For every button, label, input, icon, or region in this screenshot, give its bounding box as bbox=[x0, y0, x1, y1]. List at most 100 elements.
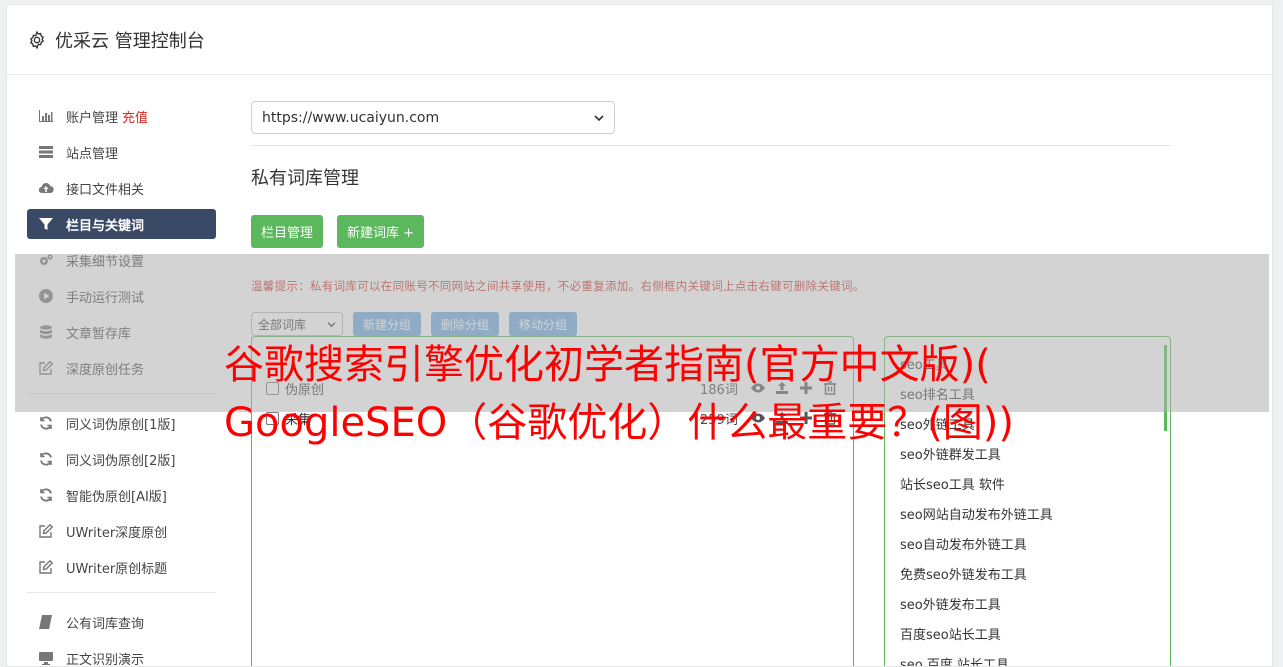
chevron-down-icon bbox=[327, 321, 336, 327]
lexicon-checkbox[interactable] bbox=[266, 411, 279, 425]
section-title: 私有词库管理 bbox=[251, 168, 359, 189]
refresh-icon bbox=[38, 415, 54, 431]
keyword-item[interactable]: seo自动发布外链工具 bbox=[900, 531, 1170, 561]
sidebar-item-label: 采集细节设置 bbox=[66, 254, 145, 270]
sidebar-item-text-recognition[interactable]: 正文识别演示 bbox=[27, 643, 216, 667]
filter-icon bbox=[38, 216, 54, 232]
column-manage-button[interactable]: 栏目管理 bbox=[251, 215, 324, 248]
keyword-list-panel: seo工具 seo排名工具 seo外链工具 seo外链群发工具 站长seo工具 … bbox=[884, 336, 1171, 666]
keyword-item[interactable]: seo工具 bbox=[900, 351, 1170, 381]
keyword-item[interactable]: seo外链发布工具 bbox=[900, 591, 1170, 621]
sidebar-divider bbox=[27, 393, 216, 394]
sidebar-item-label: 深度原创任务 bbox=[66, 362, 145, 378]
keyword-item[interactable]: 免费seo外链发布工具 bbox=[900, 561, 1170, 591]
app-window: 优采云 管理控制台 账户管理 充值 站点管理 接口文件相关 栏目与关键词 采集细… bbox=[6, 4, 1273, 667]
eye-icon[interactable] bbox=[750, 410, 766, 426]
site-select[interactable]: https://www.ucaiyun.com bbox=[251, 101, 615, 134]
lexicon-actions bbox=[750, 380, 838, 396]
sidebar-item-synonym-v1[interactable]: 同义词伪原创[1版] bbox=[27, 408, 216, 438]
new-group-button[interactable]: 新建分组 bbox=[353, 312, 422, 336]
lexicon-list-panel: 伪原创 186词 采集 259词 bbox=[251, 336, 854, 666]
sidebar-item-article-storage[interactable]: 文章暂存库 bbox=[27, 317, 216, 347]
sidebar-item-label: 栏目与关键词 bbox=[66, 218, 145, 234]
refresh-icon bbox=[38, 451, 54, 467]
sidebar-item-label: 文章暂存库 bbox=[66, 326, 132, 342]
lexicon-count: 186词 bbox=[700, 382, 738, 398]
tip-text: 温馨提示：私有词库可以在同账号不同网站之间共享使用，不必重复添加。右侧框内关键词… bbox=[251, 279, 865, 293]
sidebar-item-synonym-v2[interactable]: 同义词伪原创[2版] bbox=[27, 444, 216, 474]
cloud-upload-icon bbox=[38, 180, 54, 196]
site-select-value: https://www.ucaiyun.com bbox=[262, 109, 440, 126]
edit-icon bbox=[38, 559, 54, 575]
delete-group-button[interactable]: 删除分组 bbox=[431, 312, 500, 336]
sidebar-item-manual-run[interactable]: 手动运行测试 bbox=[27, 281, 216, 311]
trash-icon[interactable] bbox=[822, 380, 838, 396]
sidebar-item-label: 同义词伪原创[1版] bbox=[66, 417, 176, 433]
plus-icon[interactable] bbox=[798, 410, 814, 426]
lexicon-filter-select[interactable]: 全部词库 bbox=[251, 312, 343, 336]
sidebar-item-account[interactable]: 账户管理 充值 bbox=[27, 101, 216, 131]
sidebar-item-label: 账户管理 bbox=[66, 110, 119, 126]
main-content: https://www.ucaiyun.com 私有词库管理 栏目管理 新建词库… bbox=[251, 101, 1171, 666]
edit-icon bbox=[38, 360, 54, 376]
sidebar-item-interface-files[interactable]: 接口文件相关 bbox=[27, 173, 216, 203]
eye-icon[interactable] bbox=[750, 380, 766, 396]
keyword-item[interactable]: seo外链工具 bbox=[900, 411, 1170, 441]
sidebar-item-uwriter-deep[interactable]: UWriter深度原创 bbox=[27, 516, 216, 546]
bar-chart-icon bbox=[38, 108, 54, 124]
sidebar-item-label: 接口文件相关 bbox=[66, 182, 145, 198]
sidebar-item-label: UWriter原创标题 bbox=[66, 561, 168, 577]
sidebar-item-label: 正文识别演示 bbox=[66, 652, 145, 667]
recharge-link[interactable]: 充值 bbox=[122, 107, 148, 126]
upload-icon[interactable] bbox=[774, 410, 790, 426]
cogs-icon bbox=[38, 252, 54, 268]
group-toolbar: 全部词库 新建分组 删除分组 移动分组 bbox=[251, 312, 1171, 336]
keyword-item[interactable]: seo网站自动发布外链工具 bbox=[900, 501, 1170, 531]
book-icon bbox=[38, 614, 54, 630]
move-group-button[interactable]: 移动分组 bbox=[509, 312, 578, 336]
keyword-item[interactable]: seo 百度 站长工具 bbox=[900, 651, 1170, 666]
sidebar-nav: 账户管理 充值 站点管理 接口文件相关 栏目与关键词 采集细节设置 手动运行测试… bbox=[27, 101, 216, 667]
lexicon-row[interactable]: 伪原创 186词 bbox=[266, 377, 841, 399]
chevron-down-icon bbox=[594, 114, 604, 121]
new-lexicon-button[interactable]: 新建词库 + bbox=[337, 215, 425, 248]
monitor-icon bbox=[38, 650, 54, 666]
database-icon bbox=[38, 324, 54, 340]
keyword-list: seo工具 seo排名工具 seo外链工具 seo外链群发工具 站长seo工具 … bbox=[885, 337, 1170, 666]
edit-icon bbox=[38, 523, 54, 539]
play-circle-icon bbox=[38, 288, 54, 304]
sidebar-item-uwriter-title[interactable]: UWriter原创标题 bbox=[27, 552, 216, 582]
refresh-icon bbox=[38, 487, 54, 503]
sidebar-item-deep-original[interactable]: 深度原创任务 bbox=[27, 353, 216, 383]
lexicon-actions bbox=[750, 410, 838, 426]
keyword-item[interactable]: 站长seo工具 软件 bbox=[900, 471, 1170, 501]
keyword-item[interactable]: 百度seo站长工具 bbox=[900, 621, 1170, 651]
sidebar-item-public-lexicon[interactable]: 公有词库查询 bbox=[27, 607, 216, 637]
lexicon-name: 采集 bbox=[285, 412, 312, 428]
lexicon-name: 伪原创 bbox=[285, 382, 325, 398]
app-title: 优采云 管理控制台 bbox=[55, 30, 205, 52]
gear-icon bbox=[29, 30, 45, 49]
sidebar-divider bbox=[27, 592, 216, 593]
action-buttons: 栏目管理 新建词库 + bbox=[251, 215, 1171, 248]
lexicon-checkbox[interactable] bbox=[266, 381, 279, 395]
plus-icon[interactable] bbox=[798, 380, 814, 396]
keyword-item[interactable]: seo排名工具 bbox=[900, 381, 1170, 411]
lexicon-row[interactable]: 采集 259词 bbox=[266, 407, 841, 429]
sidebar-item-collect-settings[interactable]: 采集细节设置 bbox=[27, 245, 216, 275]
sidebar-item-label: 同义词伪原创[2版] bbox=[66, 453, 176, 469]
trash-icon[interactable] bbox=[822, 410, 838, 426]
upload-icon[interactable] bbox=[774, 380, 790, 396]
lexicon-filter-value: 全部词库 bbox=[258, 317, 307, 332]
keyword-item[interactable]: seo外链群发工具 bbox=[900, 441, 1170, 471]
sidebar-item-sites[interactable]: 站点管理 bbox=[27, 137, 216, 167]
sidebar-item-label: 站点管理 bbox=[66, 146, 119, 162]
sidebar-item-label: 公有词库查询 bbox=[66, 616, 145, 632]
sidebar-item-columns-keywords[interactable]: 栏目与关键词 bbox=[27, 209, 216, 239]
sidebar-item-label: 智能伪原创[AI版] bbox=[66, 489, 167, 505]
server-icon bbox=[38, 144, 54, 160]
sidebar-item-ai-rewrite[interactable]: 智能伪原创[AI版] bbox=[27, 480, 216, 510]
sidebar-item-label: UWriter深度原创 bbox=[66, 525, 168, 541]
keyword-scrollbar[interactable] bbox=[1164, 345, 1167, 431]
divider bbox=[251, 145, 1171, 146]
